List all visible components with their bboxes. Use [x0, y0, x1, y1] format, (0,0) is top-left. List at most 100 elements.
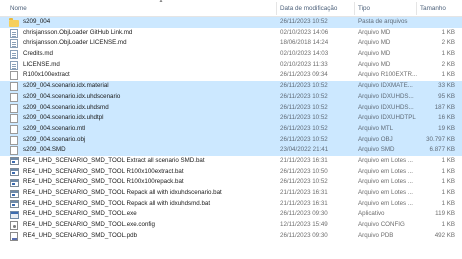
- bat-file-icon: [10, 157, 19, 166]
- file-type: Arquivo IDXUHDTPL: [358, 114, 416, 122]
- blank-file-icon: [10, 92, 18, 102]
- file-row[interactable]: s209_004.scenario.obj 26/11/2023 10:52 Arq…: [0, 134, 462, 146]
- column-header-bar: ▲ Nome Data de modificação Tipo Tamanho: [0, 0, 462, 17]
- column-divider[interactable]: [354, 2, 355, 15]
- file-date: 26/11/2023 10:52: [280, 103, 328, 111]
- file-row[interactable]: RE4_UHD_SCENARIO_SMD_TOOL Repack all wit…: [0, 199, 462, 210]
- file-date: 21/11/2023 16:31: [280, 189, 328, 196]
- file-name: RE4_UHD_SCENARIO_SMD_TOOL Repack all wit…: [23, 199, 211, 207]
- file-date: 18/06/2018 14:24: [280, 39, 329, 47]
- file-date: 02/10/2023 14:03: [280, 50, 329, 58]
- file-row[interactable]: LICENSE.md 02/10/2023 11:33 Arquivo MD 2 KB: [0, 60, 462, 71]
- folder-icon: [9, 18, 19, 27]
- blank-file-icon: [10, 82, 18, 92]
- file-date: 26/11/2023 10:52: [280, 82, 328, 90]
- file-type: Arquivo SMD: [358, 146, 395, 154]
- file-name: s209_004.scenario.obj: [23, 135, 86, 143]
- file-row[interactable]: RE4_UHD_SCENARIO_SMD_TOOL.exe 26/11/2023 …: [0, 209, 462, 220]
- file-type: Arquivo em Lotes ...: [358, 199, 414, 207]
- column-header-date[interactable]: Data de modificação: [280, 0, 337, 17]
- file-type: Arquivo MTL: [358, 124, 394, 132]
- bat-file-icon: [10, 200, 19, 209]
- file-date: 26/11/2023 10:52: [280, 114, 328, 122]
- column-header-name[interactable]: Nome: [10, 0, 27, 17]
- file-type: Arquivo IDXMATE...: [358, 82, 413, 90]
- file-name: RE4_UHD_SCENARIO_SMD_TOOL R100x100repack…: [23, 178, 184, 186]
- file-name: RE4_UHD_SCENARIO_SMD_TOOL Extract all sc…: [23, 156, 205, 164]
- sort-up-icon: ▲: [158, 0, 164, 4]
- file-row[interactable]: RE4_UHD_SCENARIO_SMD_TOOL Repack all wit…: [0, 188, 462, 199]
- file-name: RE4_UHD_SCENARIO_SMD_TOOL Repack all wit…: [23, 189, 222, 196]
- file-row[interactable]: RE4_UHD_SCENARIO_SMD_TOOL Extract all sc…: [0, 156, 462, 167]
- file-date: 26/11/2023 10:50: [280, 167, 328, 175]
- file-row[interactable]: RE4_UHD_SCENARIO_SMD_TOOL.pdb 26/11/2023 …: [0, 231, 462, 242]
- file-row[interactable]: chrisjansson.ObjLoader GitHub Link.md 02/…: [0, 28, 462, 39]
- column-header-type[interactable]: Tipo: [358, 0, 370, 17]
- file-row[interactable]: R100x100extract 26/11/2023 09:34 Arquivo R…: [0, 70, 462, 81]
- blank-file-icon: [10, 114, 18, 124]
- file-type: Arquivo CONFIG: [358, 221, 405, 229]
- file-row[interactable]: RE4_UHD_SCENARIO_SMD_TOOL.exe.config 12/1…: [0, 220, 462, 231]
- file-date: 26/11/2023 09:30: [280, 210, 328, 218]
- file-date: 26/11/2023 09:30: [280, 231, 328, 239]
- file-name: s209_004.scenario.mtl: [23, 124, 86, 132]
- md-file-icon: [10, 39, 18, 49]
- file-row[interactable]: RE4_UHD_SCENARIO_SMD_TOOL R100x100repack…: [0, 177, 462, 188]
- file-name: Credits.md: [23, 50, 53, 58]
- file-size: 1 KB: [441, 156, 455, 164]
- file-name: s209_004.scenario.idx.uhdtpl: [23, 114, 104, 122]
- file-date: 26/11/2023 10:52: [280, 92, 328, 100]
- column-divider[interactable]: [416, 2, 417, 15]
- file-row[interactable]: s209_004 26/11/2023 10:52 Pasta de arquivo…: [0, 17, 462, 28]
- file-row[interactable]: s209_004.scenario.idx.uhdsmd 26/11/2023 1…: [0, 102, 462, 114]
- bat-file-icon: [10, 189, 19, 198]
- file-size: 19 KB: [438, 124, 455, 132]
- file-type: Arquivo em Lotes ...: [358, 178, 414, 186]
- file-size: 119 KB: [435, 210, 455, 218]
- file-date: 26/11/2023 09:34: [280, 71, 328, 79]
- file-row[interactable]: chrisjansson.ObjLoader LICENSE.md 18/06/2…: [0, 38, 462, 49]
- file-row[interactable]: s209_004.SMD 23/04/2022 21:41 Arquivo SMD 6…: [0, 145, 462, 156]
- file-size: [420, 17, 455, 28]
- file-size: 187 KB: [434, 103, 455, 111]
- file-date: 26/11/2023 10:52: [280, 124, 328, 132]
- file-type: Arquivo em Lotes ...: [358, 167, 414, 175]
- file-date: 26/11/2023 10:52: [280, 135, 328, 143]
- file-size: 33 KB: [438, 82, 455, 90]
- file-size: 1 KB: [441, 189, 455, 196]
- file-row[interactable]: s209_004.scenario.idx.material 26/11/2023…: [0, 81, 462, 92]
- file-date: 21/11/2023 16:31: [280, 156, 328, 164]
- file-type: Arquivo MD: [358, 50, 391, 58]
- file-row[interactable]: s209_004.scenario.idx.uhdtpl 26/11/2023 1…: [0, 113, 462, 124]
- file-date: 12/11/2023 15:49: [280, 221, 328, 229]
- file-type: Arquivo em Lotes ...: [358, 156, 414, 164]
- file-row[interactable]: Credits.md 02/10/2023 14:03 Arquivo MD 1 KB: [0, 49, 462, 60]
- file-name: RE4_UHD_SCENARIO_SMD_TOOL.pdb: [23, 231, 138, 239]
- file-name: chrisjansson.ObjLoader LICENSE.md: [23, 39, 127, 47]
- file-size: 30.797 KB: [426, 135, 455, 143]
- file-type: Arquivo MD: [358, 39, 391, 47]
- column-header-size[interactable]: Tamanho: [420, 0, 446, 17]
- file-date: 21/11/2023 16:31: [280, 199, 328, 207]
- file-date: 02/10/2023 14:06: [280, 28, 329, 36]
- exe-file-icon: [10, 210, 19, 219]
- file-size: 16 KB: [438, 114, 455, 122]
- file-type: Arquivo R100EXTR...: [358, 71, 418, 79]
- file-size: 492 KB: [434, 231, 455, 239]
- file-row[interactable]: s209_004.scenario.mtl 26/11/2023 10:52 Arq…: [0, 123, 462, 135]
- file-name: s209_004: [23, 18, 51, 25]
- file-name: RE4_UHD_SCENARIO_SMD_TOOL.exe: [23, 210, 137, 218]
- file-name: s209_004.scenario.idx.material: [23, 82, 109, 90]
- blank-file-icon: [10, 103, 18, 113]
- file-type: Pasta de arquivos: [358, 18, 408, 25]
- file-name: RE4_UHD_SCENARIO_SMD_TOOL R100x100extrac…: [23, 167, 184, 175]
- file-type: Arquivo MD: [358, 60, 391, 68]
- file-name: RE4_UHD_SCENARIO_SMD_TOOL.exe.config: [23, 221, 155, 229]
- file-row[interactable]: RE4_UHD_SCENARIO_SMD_TOOL R100x100extrac…: [0, 167, 462, 178]
- file-date: 26/11/2023 10:52: [280, 18, 328, 25]
- blank-file-icon: [10, 146, 18, 156]
- file-row[interactable]: s209_004.scenario.idx.uhdscenario 26/11/2…: [0, 91, 462, 103]
- file-date: 02/10/2023 11:33: [280, 60, 328, 68]
- file-size: 1 KB: [441, 28, 455, 36]
- column-divider[interactable]: [276, 2, 277, 15]
